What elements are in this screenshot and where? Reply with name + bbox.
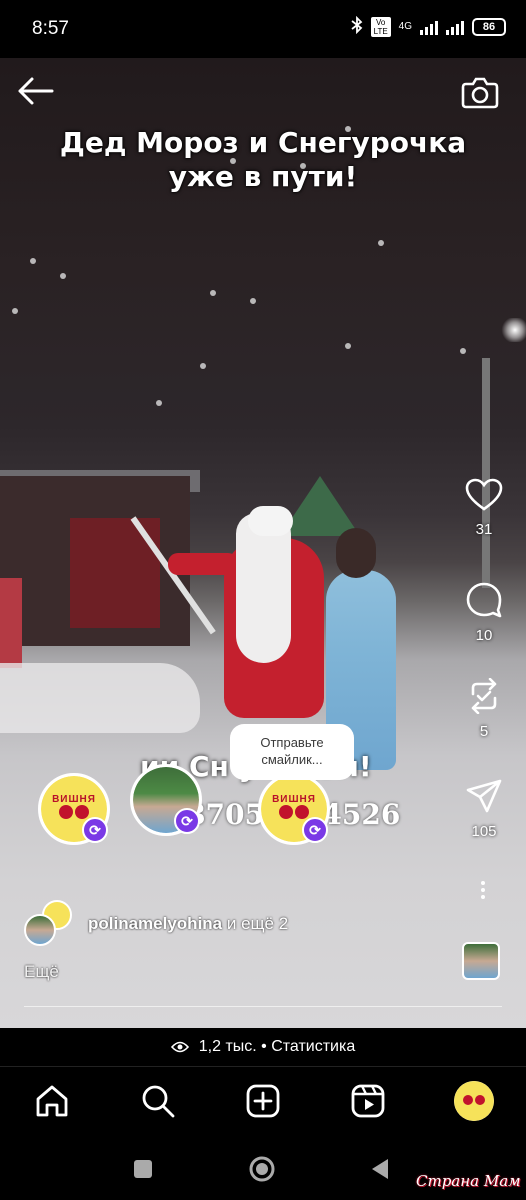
search-icon (142, 1085, 175, 1118)
liked-by-rest: и ещё 2 (226, 914, 289, 933)
nav-create[interactable] (243, 1081, 283, 1121)
battery-icon: 86 (472, 17, 506, 36)
liked-by-avatars (24, 900, 76, 948)
bluetooth-icon (351, 15, 363, 37)
create-icon (246, 1084, 280, 1118)
liked-by-row[interactable]: polinamelyohina и ещё 2 (24, 900, 288, 948)
repost-count: 5 (479, 723, 489, 740)
signal-icon-2 (446, 19, 464, 35)
recents-button[interactable] (128, 1154, 158, 1184)
reels-icon (351, 1084, 385, 1118)
video-title-line-1: Дед Мороз и Снегурочка (59, 126, 467, 159)
back-arrow-icon (18, 77, 54, 105)
camera-button[interactable] (460, 74, 500, 110)
volte-icon: Vo LTE (370, 16, 391, 37)
comment-count: 10 (475, 627, 493, 644)
send-icon (466, 779, 502, 813)
view-stats-text: 1,2 тыс. • Статистика (198, 1038, 356, 1055)
tooltip-line-1: Отправьте (260, 735, 324, 750)
liked-by-text: polinamelyohina и ещё 2 (88, 914, 288, 934)
home-circle-icon (249, 1156, 275, 1182)
vishnya-logo (454, 1081, 494, 1121)
repost-icon (471, 677, 497, 715)
nav-reels[interactable] (348, 1081, 388, 1121)
status-bar: 8:57 Vo LTE 4G 86 (0, 0, 526, 58)
vishnya-logo-text: ВИШНЯ (272, 794, 316, 805)
repost-badge-icon: ⟳ (82, 817, 108, 843)
signal-icon (420, 19, 438, 35)
status-icons: Vo LTE 4G 86 (351, 15, 506, 37)
avatar (24, 914, 56, 946)
bottom-nav (0, 1066, 526, 1134)
tooltip-line-2: смайлик... (261, 752, 323, 767)
vishnya-logo-text: ВИШНЯ (52, 794, 96, 805)
share-count: 105 (471, 823, 497, 840)
reel-video[interactable] (0, 58, 526, 1028)
share-button[interactable]: 105 (456, 778, 512, 840)
comment-icon (466, 582, 502, 618)
audio-thumbnail[interactable] (462, 942, 500, 980)
nav-search[interactable] (138, 1081, 178, 1121)
recents-icon (134, 1160, 152, 1178)
video-title-line-2: уже в пути! (168, 160, 358, 193)
repost-badge-icon: ⟳ (174, 808, 200, 834)
camera-icon (461, 77, 499, 109)
comment-button[interactable]: 10 (456, 582, 512, 644)
repost-button[interactable]: 5 (456, 677, 512, 740)
network-type-label: 4G (398, 21, 412, 32)
like-button[interactable]: 31 (456, 478, 512, 538)
home-icon (36, 1085, 68, 1117)
caption-more-link[interactable]: Ещё (24, 962, 59, 982)
status-time: 8:57 (32, 18, 69, 39)
nav-profile-avatar[interactable] (454, 1081, 494, 1121)
more-options-button[interactable] (479, 878, 487, 902)
video-title-overlay: Дед Мороз и Снегурочка уже в пути! (0, 126, 526, 194)
system-nav-bar (0, 1134, 526, 1200)
liked-by-user[interactable]: polinamelyohina (88, 914, 222, 933)
nav-home[interactable] (32, 1081, 72, 1121)
eye-icon (170, 1041, 189, 1053)
back-button[interactable] (14, 74, 56, 108)
heart-icon (465, 478, 503, 511)
home-system-button[interactable] (247, 1154, 277, 1184)
divider (24, 1006, 502, 1007)
more-icon (479, 881, 487, 899)
back-triangle-icon (372, 1159, 388, 1179)
view-stats-bar[interactable]: 1,2 тыс. • Статистика (0, 1028, 526, 1066)
send-emoji-tooltip[interactable]: Отправьте смайлик... (230, 724, 354, 780)
watermark: Страна Мам (416, 1172, 521, 1190)
like-count: 31 (475, 521, 493, 538)
repost-badge-icon: ⟳ (302, 817, 328, 843)
back-system-button[interactable] (366, 1154, 396, 1184)
